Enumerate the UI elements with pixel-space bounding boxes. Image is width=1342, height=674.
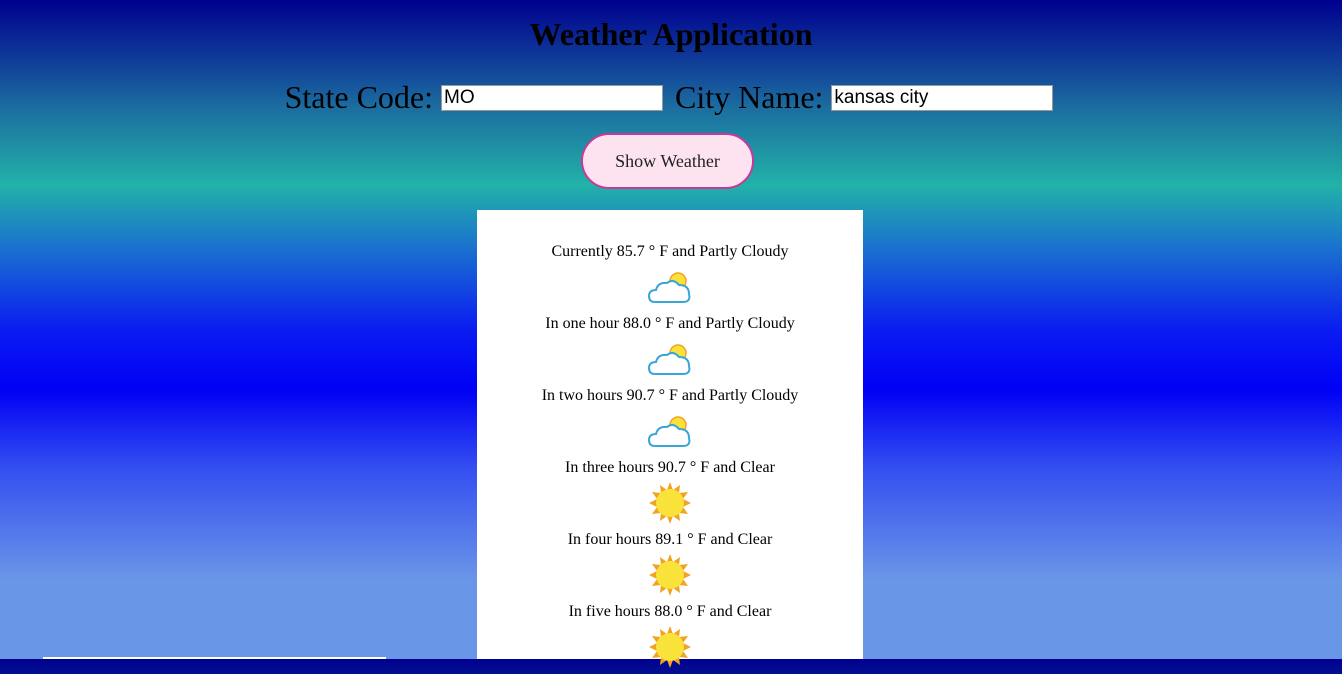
forecast-item: Currently 85.7 ° F and Partly Cloudy [477,242,863,314]
sun-icon [649,482,691,524]
city-name-input[interactable] [831,84,1054,111]
forecast-item: In two hours 90.7 ° F and Partly Cloudy [477,386,863,458]
forecast-item: In three hours 90.7 ° F and Clear [477,458,863,530]
forecast-text: In four hours 89.1 ° F and Clear [567,531,773,548]
forecast-text: In two hours 90.7 ° F and Partly Cloudy [541,387,799,404]
state-code-label: State Code: [284,79,433,116]
forecast-item: In five hours 88.0 ° F and Clear [477,602,863,674]
forecast-panel: Currently 85.7 ° F and Partly Cloudy In … [477,210,863,668]
forecast-text: In three hours 90.7 ° F and Clear [565,459,775,476]
city-name-label: City Name: [675,79,824,116]
state-code-input[interactable] [441,84,663,111]
page-title: Weather Application [529,16,813,52]
forecast-item: In four hours 89.1 ° F and Clear [477,530,863,602]
partly-cloudy-icon [647,344,691,375]
partly-cloudy-icon [647,272,691,303]
forecast-text: Currently 85.7 ° F and Partly Cloudy [551,243,789,260]
show-weather-button[interactable]: Show Weather [581,133,754,189]
sun-icon [649,554,691,596]
partly-cloudy-icon [647,416,691,447]
location-form: State Code: City Name: [0,76,1342,116]
forecast-text: In five hours 88.0 ° F and Clear [568,603,772,620]
forecast-item: In one hour 88.0 ° F and Partly Cloudy [477,314,863,386]
forecast-text: In one hour 88.0 ° F and Partly Cloudy [545,315,795,332]
sun-icon [649,626,691,668]
